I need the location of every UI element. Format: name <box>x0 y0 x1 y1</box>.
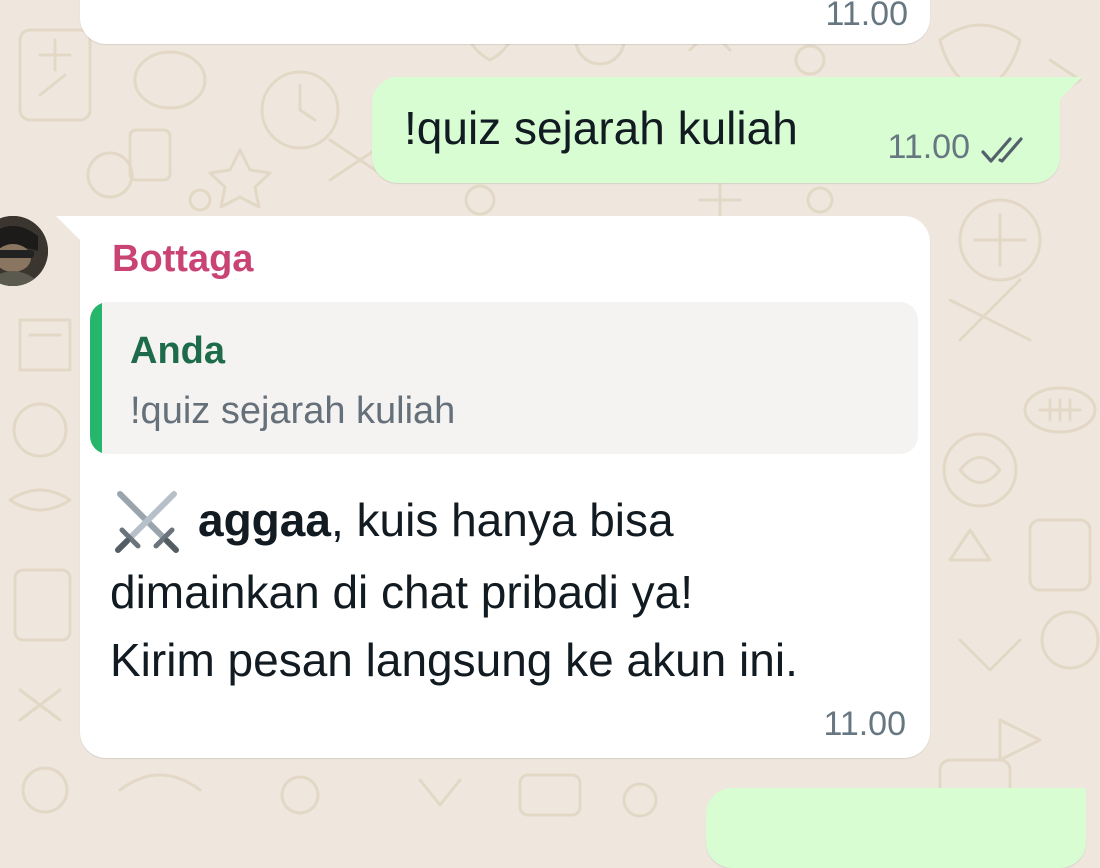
message-line-1: aggaa, kuis hanya bisa <box>110 484 910 558</box>
message-text: !quiz sejarah kuliah <box>404 102 798 154</box>
message-body: aggaa, kuis hanya bisa dimainkan di chat… <box>110 484 910 694</box>
message-text: , kuis hanya bisa <box>330 494 674 546</box>
outgoing-message[interactable]: !quiz sejarah kuliah 11.00 <box>372 77 1082 183</box>
message-line-2: dimainkan di chat pribadi ya! <box>110 566 693 618</box>
outgoing-message-next[interactable] <box>706 788 1086 868</box>
incoming-message-bot[interactable]: Bottaga Anda !quiz sejarah kuliah aggaa,… <box>56 216 930 758</box>
incoming-message-previous[interactable]: 11.00 <box>80 0 930 44</box>
message-time: 11.00 <box>825 0 908 33</box>
bubble-tail <box>1058 77 1082 101</box>
mention[interactable]: aggaa <box>198 494 331 546</box>
quote-author: Anda <box>130 330 225 372</box>
quote-accent-bar <box>90 302 102 454</box>
crossed-swords-icon <box>115 491 179 553</box>
double-check-icon <box>981 137 1023 163</box>
message-line-3: Kirim pesan langsung ke akun ini. <box>110 634 798 686</box>
sender-name[interactable]: Bottaga <box>112 238 253 281</box>
quoted-message[interactable]: Anda !quiz sejarah kuliah <box>90 302 918 454</box>
message-time: 11.00 <box>823 705 906 743</box>
bubble-tail <box>56 216 82 242</box>
quote-text: !quiz sejarah kuliah <box>130 390 456 432</box>
message-time: 11.00 <box>887 128 970 166</box>
